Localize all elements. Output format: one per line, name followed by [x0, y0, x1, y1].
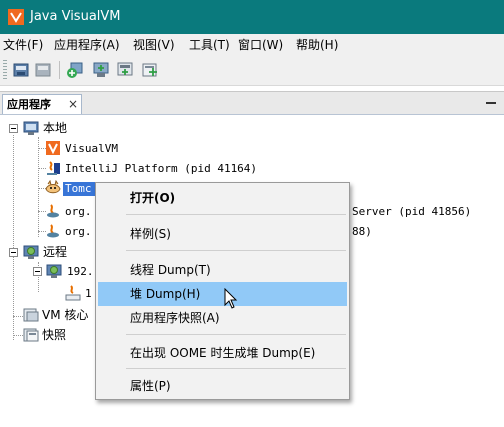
menu-item-open[interactable]: 打开(O): [98, 186, 347, 210]
mouse-cursor-icon: [224, 288, 238, 309]
visualvm-logo-icon: [8, 9, 24, 25]
menu-item-app-snapshot[interactable]: 应用程序快照(A): [98, 306, 347, 330]
add-jmx-connection-icon[interactable]: [66, 61, 84, 79]
visualvm-app-icon: [46, 141, 60, 155]
menu-separator: [126, 214, 346, 215]
tree-node-intellij[interactable]: IntelliJ Platform (pid 41164): [45, 159, 258, 177]
jmx-app-icon: [65, 285, 81, 301]
load-snapshot-icon[interactable]: [12, 61, 30, 79]
menu-item-heap-dump-on-oome-label: 在出现 OOME 时生成堆 Dump(E): [130, 346, 316, 360]
tree-guide-line: [38, 137, 39, 237]
tree-node-remote-jmx[interactable]: 1: [65, 284, 95, 302]
tree-node-snapshots-label: 快照: [42, 328, 67, 342]
tree-node-org-2-label: org.: [65, 225, 92, 238]
tree-node-visualvm-label: VisualVM: [65, 142, 118, 155]
tab-close-icon[interactable]: ×: [68, 97, 78, 111]
menu-tools[interactable]: 工具(T): [189, 37, 230, 53]
collapse-icon[interactable]: [33, 267, 42, 276]
toolbar-separator: [59, 61, 60, 79]
menu-item-open-label: 打开(O): [130, 191, 176, 205]
window-title: Java VisualVM: [30, 9, 121, 24]
tree-node-remote-host-label: 192.: [67, 265, 94, 278]
menu-item-heap-dump-label: 堆 Dump(H): [130, 287, 201, 301]
tree-node-snapshots[interactable]: 快照: [23, 326, 83, 344]
tree-guide-line: [13, 316, 23, 317]
remote-host-icon: [46, 264, 62, 278]
save-snapshot-icon[interactable]: [34, 61, 52, 79]
menu-bar: 文件(F) 应用程序(A) 视图(V) 工具(T) 窗口(W) 帮助(H): [0, 34, 504, 55]
toolbar: [0, 55, 504, 86]
menu-separator: [126, 368, 346, 369]
java-app-icon: [47, 161, 60, 175]
tree-node-visualvm[interactable]: VisualVM: [45, 139, 135, 157]
menu-item-heap-dump-on-oome[interactable]: 在出现 OOME 时生成堆 Dump(E): [98, 341, 347, 365]
menu-item-thread-dump-label: 线程 Dump(T): [130, 263, 211, 277]
tab-applications-label: 应用程序: [7, 98, 51, 111]
tree-node-remote[interactable]: 远程: [5, 243, 85, 261]
tree-node-remote-host[interactable]: 192.: [29, 262, 99, 280]
local-host-icon: [23, 121, 39, 135]
add-remote-host-icon[interactable]: [92, 61, 110, 79]
toolbar-grip[interactable]: [3, 60, 7, 80]
menu-item-heap-dump[interactable]: 堆 Dump(H): [98, 282, 347, 306]
add-vm-coredump-icon[interactable]: [116, 61, 134, 79]
add-snapshot-icon[interactable]: [141, 61, 159, 79]
menu-file[interactable]: 文件(F): [3, 37, 43, 53]
tree-node-remote-jmx-label: 1: [85, 287, 92, 300]
menu-item-thread-dump[interactable]: 线程 Dump(T): [98, 258, 347, 282]
tree-guide-line: [13, 135, 14, 340]
java-app-icon: [47, 204, 59, 218]
vm-coredump-icon: [23, 308, 39, 322]
tab-applications[interactable]: 应用程序 ×: [2, 94, 82, 114]
tree-node-vm-core-label: VM 核心: [42, 308, 89, 322]
tree-guide-line: [13, 335, 23, 336]
snapshots-icon: [23, 328, 39, 342]
panel-tab-bar: 应用程序 ×: [0, 92, 504, 115]
menu-separator: [126, 334, 346, 335]
menu-item-sample-label: 样例(S): [130, 227, 171, 241]
title-bar: Java VisualVM: [0, 0, 504, 34]
tree-node-org-1-label-tail: Server (pid 41856): [352, 205, 472, 218]
minimize-icon[interactable]: [484, 95, 498, 109]
collapse-icon[interactable]: [9, 248, 18, 257]
menu-help[interactable]: 帮助(H): [296, 37, 338, 53]
menu-separator: [126, 250, 346, 251]
tree-node-local[interactable]: 本地: [5, 119, 125, 137]
collapse-icon[interactable]: [9, 124, 18, 133]
tree-node-vm-core[interactable]: VM 核心: [23, 306, 103, 324]
menu-item-sample[interactable]: 样例(S): [98, 222, 347, 246]
tree-node-org-1-label: org.: [65, 205, 92, 218]
context-menu: 打开(O) 样例(S) 线程 Dump(T) 堆 Dump(H) 应用程序快照(…: [95, 182, 350, 400]
remote-host-icon: [23, 245, 39, 259]
tree-node-remote-label: 远程: [43, 245, 68, 259]
menu-view[interactable]: 视图(V): [133, 37, 175, 53]
menu-item-app-snapshot-label: 应用程序快照(A): [130, 311, 220, 325]
menu-applications[interactable]: 应用程序(A): [54, 37, 120, 53]
tree-node-local-label: 本地: [43, 121, 68, 135]
menu-item-properties-label: 属性(P): [130, 379, 171, 393]
tree-node-intellij-label: IntelliJ Platform (pid 41164): [65, 162, 258, 175]
java-app-icon: [47, 224, 59, 238]
menu-item-properties[interactable]: 属性(P): [98, 374, 347, 398]
tomcat-icon: [45, 180, 61, 194]
tree-node-org-2-label-tail: 88): [352, 225, 372, 238]
menu-window[interactable]: 窗口(W): [238, 37, 283, 53]
